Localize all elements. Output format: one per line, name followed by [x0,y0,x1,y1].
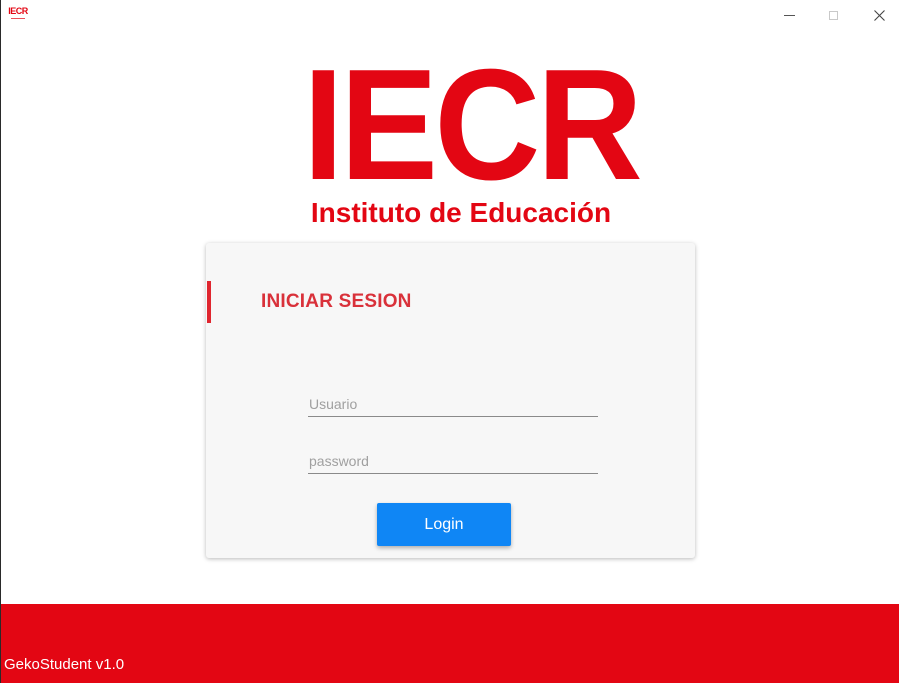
login-title: INICIAR SESION [261,291,412,312]
version-label: GekoStudent v1.0 [4,656,125,673]
footer-bar: GekoStudent v1.0 [1,604,899,683]
institute-logo: IECR Instituto de Educación [291,37,643,235]
minimize-button[interactable] [766,0,812,30]
logo-subtitle: Instituto de Educación [310,197,612,228]
password-input[interactable] [308,448,598,474]
app-logo-icon: IECR [8,6,28,23]
minimize-icon [783,14,795,16]
title-bar: IECR [1,0,899,30]
logo-wordmark: IECR [302,37,643,213]
app-window: IECR IECR Instituto de Educación INICIAR… [0,0,899,683]
app-icon-text: IECR [8,6,28,16]
login-button[interactable]: Login [377,503,511,546]
login-card: INICIAR SESION Login [206,243,695,558]
close-button[interactable] [856,0,899,30]
app-icon-underline [11,18,25,19]
maximize-button[interactable] [810,0,856,30]
close-icon [873,9,885,21]
username-input[interactable] [308,391,598,417]
title-accent-bar [207,281,211,323]
maximize-icon [828,10,838,20]
